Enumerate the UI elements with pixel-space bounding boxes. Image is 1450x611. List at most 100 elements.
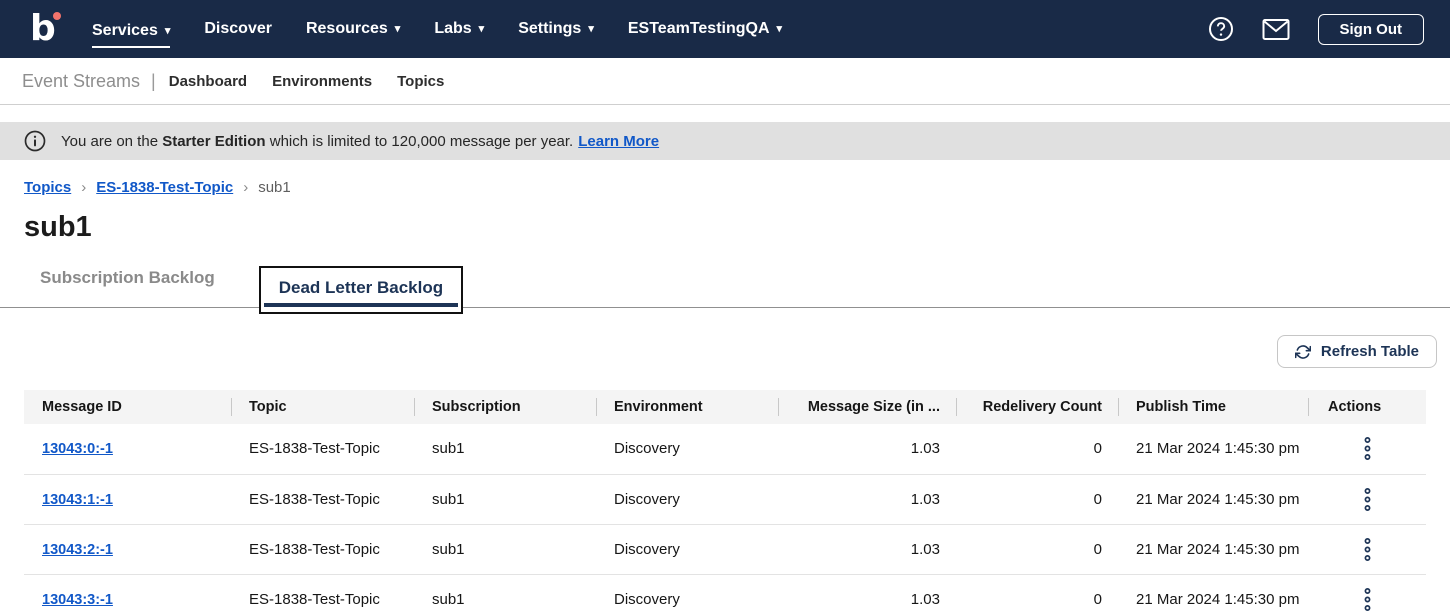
cell-subscription: sub1	[414, 424, 596, 474]
cell-actions	[1308, 574, 1426, 611]
nav-item-labs[interactable]: Labs ▾	[434, 16, 484, 42]
cell-environment: Discovery	[596, 574, 778, 611]
cell-message-id: 13043:0:-1	[24, 424, 231, 474]
banner-bold-text: Starter Edition	[162, 133, 265, 150]
nav-right-actions: Sign Out	[1208, 14, 1425, 45]
kebab-menu-icon	[1363, 537, 1372, 562]
refresh-table-button[interactable]: Refresh Table	[1277, 335, 1437, 368]
mail-icon	[1262, 18, 1290, 41]
subnav-separator: |	[151, 71, 156, 92]
brand-logo[interactable]: b	[30, 11, 64, 47]
subnav-item-topics[interactable]: Topics	[397, 73, 444, 90]
breadcrumb-separator-icon: ›	[81, 179, 86, 196]
chevron-down-icon: ▾	[777, 24, 783, 35]
column-header-message-id[interactable]: Message ID	[24, 390, 231, 424]
help-icon	[1208, 16, 1234, 42]
row-actions-kebab-button[interactable]	[1353, 533, 1382, 566]
cell-message-size: 1.03	[778, 524, 956, 574]
cell-redelivery-count: 0	[956, 574, 1118, 611]
nav-item-discover[interactable]: Discover	[204, 16, 272, 42]
subnav-item-dashboard[interactable]: Dashboard	[169, 73, 247, 90]
cell-publish-time: 21 Mar 2024 1:45:30 pm	[1118, 474, 1308, 524]
column-header-environment[interactable]: Environment	[596, 390, 778, 424]
brand-letter: b	[30, 8, 56, 49]
nav-item-account-esteamtestingqa[interactable]: ESTeamTestingQA ▾	[628, 16, 782, 42]
cell-message-id: 13043:2:-1	[24, 524, 231, 574]
breadcrumb-link-topic[interactable]: ES-1838-Test-Topic	[96, 179, 233, 196]
breadcrumb-link-topics[interactable]: Topics	[24, 179, 71, 196]
column-header-topic[interactable]: Topic	[231, 390, 414, 424]
cell-topic: ES-1838-Test-Topic	[231, 474, 414, 524]
cell-topic: ES-1838-Test-Topic	[231, 424, 414, 474]
cell-subscription: sub1	[414, 574, 596, 611]
table-row: 13043:2:-1 ES-1838-Test-Topic sub1 Disco…	[24, 524, 1426, 574]
help-button[interactable]	[1208, 16, 1234, 42]
cell-environment: Discovery	[596, 524, 778, 574]
chevron-down-icon: ▾	[395, 24, 401, 35]
banner-text-prefix: You are on the	[61, 133, 162, 150]
message-id-link[interactable]: 13043:3:-1	[42, 592, 113, 608]
column-header-message-size[interactable]: Message Size (in ...	[778, 390, 956, 424]
banner-text-suffix: which is limited to 120,000 message per …	[266, 133, 574, 150]
kebab-menu-icon	[1363, 436, 1372, 461]
cell-message-size: 1.03	[778, 424, 956, 474]
cell-actions	[1308, 524, 1426, 574]
cell-topic: ES-1838-Test-Topic	[231, 524, 414, 574]
refresh-icon	[1295, 344, 1311, 360]
message-id-link[interactable]: 13043:1:-1	[42, 492, 113, 508]
chevron-down-icon: ▾	[588, 24, 594, 35]
cell-environment: Discovery	[596, 424, 778, 474]
nav-item-settings[interactable]: Settings ▾	[518, 16, 594, 42]
dead-letter-backlog-table: Message ID Topic Subscription Environmen…	[24, 390, 1426, 611]
cell-publish-time: 21 Mar 2024 1:45:30 pm	[1118, 574, 1308, 611]
tab-bar: Subscription Backlog Dead Letter Backlog	[0, 256, 1450, 308]
table-toolbar: Refresh Table	[13, 335, 1437, 368]
column-header-publish-time[interactable]: Publish Time	[1118, 390, 1308, 424]
secondary-nav: Event Streams | Dashboard Environments T…	[0, 58, 1450, 105]
table-header-row: Message ID Topic Subscription Environmen…	[24, 390, 1426, 424]
nav-item-label: Discover	[204, 20, 272, 38]
cell-message-id: 13043:3:-1	[24, 574, 231, 611]
sign-out-button[interactable]: Sign Out	[1318, 14, 1425, 45]
column-header-actions: Actions	[1308, 390, 1426, 424]
banner-text: You are on the Starter Edition which is …	[61, 133, 573, 150]
message-id-link[interactable]: 13043:0:-1	[42, 441, 113, 457]
row-actions-kebab-button[interactable]	[1353, 583, 1382, 611]
column-header-redelivery-count[interactable]: Redelivery Count	[956, 390, 1118, 424]
cell-actions	[1308, 474, 1426, 524]
cell-message-size: 1.03	[778, 474, 956, 524]
cell-topic: ES-1838-Test-Topic	[231, 574, 414, 611]
cell-environment: Discovery	[596, 474, 778, 524]
column-header-subscription[interactable]: Subscription	[414, 390, 596, 424]
cell-actions	[1308, 424, 1426, 474]
tab-subscription-backlog[interactable]: Subscription Backlog	[40, 256, 215, 307]
tab-dead-letter-backlog[interactable]: Dead Letter Backlog	[259, 266, 463, 314]
brand-dot-icon	[53, 12, 61, 20]
message-id-link[interactable]: 13043:2:-1	[42, 542, 113, 558]
cell-redelivery-count: 0	[956, 474, 1118, 524]
info-banner: You are on the Starter Edition which is …	[0, 122, 1450, 160]
nav-item-services[interactable]: Services ▾	[92, 18, 170, 48]
chevron-down-icon: ▾	[479, 24, 485, 35]
tab-label: Dead Letter Backlog	[279, 278, 443, 297]
kebab-menu-icon	[1363, 587, 1372, 611]
nav-item-label: Settings	[518, 20, 581, 38]
row-actions-kebab-button[interactable]	[1353, 432, 1382, 465]
breadcrumb-separator-icon: ›	[243, 179, 248, 196]
messages-button[interactable]	[1262, 18, 1290, 41]
subnav-item-environments[interactable]: Environments	[272, 73, 372, 90]
kebab-menu-icon	[1363, 487, 1372, 512]
info-icon	[24, 130, 46, 152]
table-row: 13043:0:-1 ES-1838-Test-Topic sub1 Disco…	[24, 424, 1426, 474]
cell-subscription: sub1	[414, 524, 596, 574]
nav-item-resources[interactable]: Resources ▾	[306, 16, 400, 42]
cell-subscription: sub1	[414, 474, 596, 524]
nav-item-label: Labs	[434, 20, 471, 38]
main-nav: Services ▾ Discover Resources ▾ Labs ▾ S…	[92, 16, 1208, 42]
cell-publish-time: 21 Mar 2024 1:45:30 pm	[1118, 524, 1308, 574]
cell-redelivery-count: 0	[956, 524, 1118, 574]
table-row: 13043:1:-1 ES-1838-Test-Topic sub1 Disco…	[24, 474, 1426, 524]
cell-publish-time: 21 Mar 2024 1:45:30 pm	[1118, 424, 1308, 474]
row-actions-kebab-button[interactable]	[1353, 483, 1382, 516]
learn-more-link[interactable]: Learn More	[578, 133, 659, 150]
